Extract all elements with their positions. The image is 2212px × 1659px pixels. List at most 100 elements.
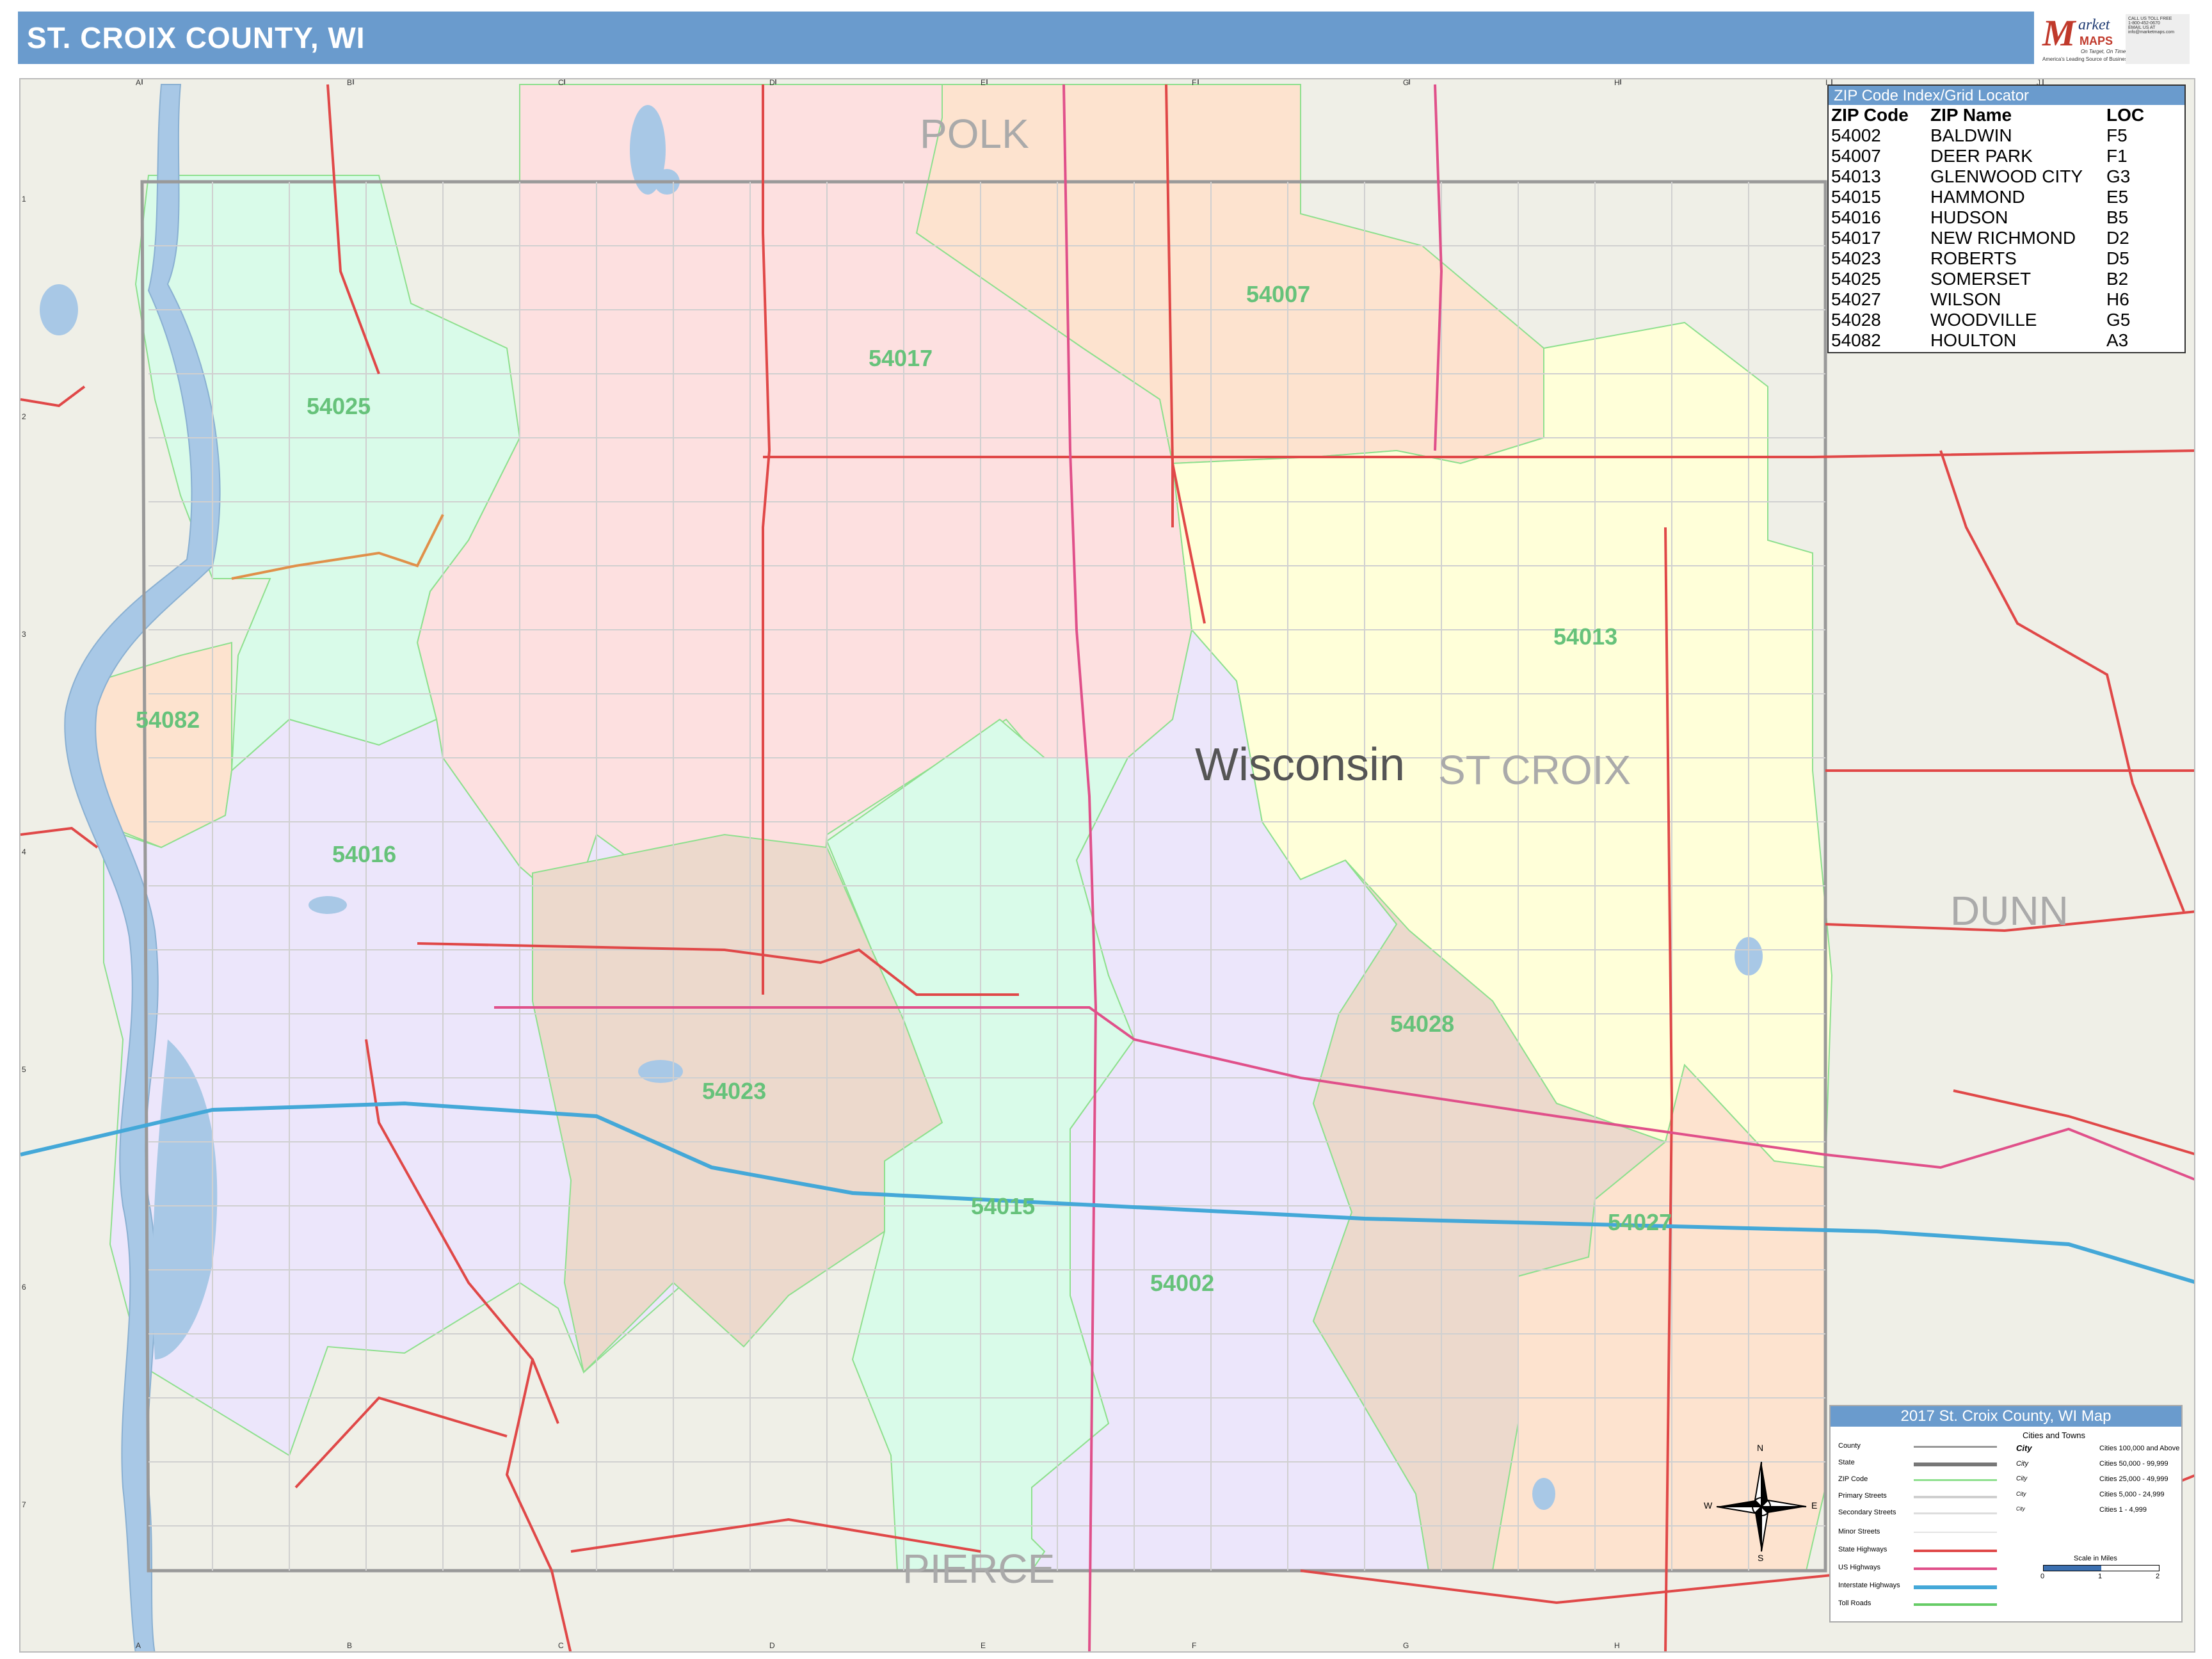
grid-number: 6 bbox=[22, 1283, 26, 1292]
zip-label-54028: 54028 bbox=[1390, 1011, 1455, 1037]
legend-city-size: Cities 5,000 - 24,999 bbox=[2099, 1491, 2165, 1498]
zip-name: ROBERTS bbox=[1930, 248, 2017, 268]
grid-letter: D bbox=[769, 78, 775, 87]
table-row: 54013 GLENWOOD CITY G3 bbox=[1831, 166, 2170, 187]
zip-label-54027: 54027 bbox=[1608, 1209, 1672, 1235]
zip-code: 54015 bbox=[1831, 187, 1881, 207]
zip-code: 54013 bbox=[1831, 166, 1881, 186]
grid-number: 1 bbox=[22, 195, 26, 204]
table-row: 54007 DEER PARK F1 bbox=[1831, 146, 2170, 166]
zip-name: GLENWOOD CITY bbox=[1930, 166, 2083, 186]
lake bbox=[309, 896, 347, 914]
compass-s: S bbox=[1758, 1553, 1764, 1563]
zip-name: BALDWIN bbox=[1930, 125, 2012, 145]
zip-name: DEER PARK bbox=[1930, 146, 2033, 166]
grid-number: 7 bbox=[22, 1500, 26, 1509]
zip-label-54017: 54017 bbox=[869, 345, 933, 371]
table-row: 54025 SOMERSET B2 bbox=[1831, 269, 2170, 289]
legend-item: Secondary Streets bbox=[1838, 1509, 1896, 1516]
zip-loc: F1 bbox=[2106, 146, 2128, 166]
column-header: LOC bbox=[2106, 105, 2145, 125]
grid-letter: C bbox=[558, 1641, 564, 1650]
zip-code: 54016 bbox=[1831, 207, 1881, 227]
zip-loc: G3 bbox=[2106, 166, 2131, 186]
zip-name: WILSON bbox=[1930, 289, 2001, 309]
zip-code: 54002 bbox=[1831, 125, 1881, 145]
zip-label-54015: 54015 bbox=[971, 1193, 1036, 1219]
legend-swatch-secondary bbox=[1914, 1512, 1997, 1514]
grid-number: 2 bbox=[22, 412, 26, 421]
legend-item: State Highways bbox=[1838, 1546, 1887, 1553]
table-row: 54028 WOODVILLE G5 bbox=[1831, 310, 2170, 330]
county-label-polk: POLK bbox=[920, 111, 1029, 157]
zip-name: NEW RICHMOND bbox=[1930, 228, 2076, 248]
table-header-row: ZIP Code ZIP Name LOC bbox=[1831, 105, 2170, 125]
zip-loc: B2 bbox=[2106, 269, 2129, 289]
legend-city-size: Cities 50,000 - 99,999 bbox=[2099, 1460, 2168, 1468]
brand-contact: CALL US TOLL FREE 1-800-452-0670 EMAIL U… bbox=[2126, 14, 2190, 64]
legend-swatch-primary bbox=[1914, 1496, 1997, 1498]
legend-item: ZIP Code bbox=[1838, 1475, 1868, 1483]
zip-code: 54007 bbox=[1831, 146, 1881, 166]
zip-label-54016: 54016 bbox=[332, 841, 397, 867]
scale-tick: 0 bbox=[2040, 1573, 2045, 1580]
table-row: 54017 NEW RICHMOND D2 bbox=[1831, 228, 2170, 248]
grid-number: 4 bbox=[22, 847, 26, 856]
scale-bar bbox=[2043, 1565, 2160, 1571]
zip-loc: E5 bbox=[2106, 187, 2129, 207]
table-row: 54082 HOULTON A3 bbox=[1831, 330, 2170, 351]
compass-n: N bbox=[1757, 1443, 1764, 1453]
zip-name: HAMMOND bbox=[1930, 187, 2025, 207]
grid-letter: B bbox=[347, 78, 353, 87]
zip-code: 54082 bbox=[1831, 330, 1881, 350]
logo-tagline: On Target, On Time bbox=[2081, 49, 2126, 54]
compass-e: E bbox=[1811, 1500, 1818, 1511]
column-header: ZIP Name bbox=[1930, 105, 2012, 125]
legend-swatch-interstate bbox=[1914, 1585, 1997, 1589]
table-row: 54002 BALDWIN F5 bbox=[1831, 125, 2170, 146]
legend-city-sample: City bbox=[2016, 1506, 2025, 1512]
grid-letter: A bbox=[136, 1641, 141, 1650]
column-header: ZIP Code bbox=[1831, 105, 1909, 125]
map-title: ST. CROIX COUNTY, WI bbox=[27, 21, 365, 54]
legend-item: Primary Streets bbox=[1838, 1492, 1887, 1500]
zip-code: 54025 bbox=[1831, 269, 1881, 289]
logo-maps: MAPS bbox=[2080, 35, 2113, 47]
zip-loc: B5 bbox=[2106, 207, 2129, 227]
contact-line: 1-800-452-0670 bbox=[2128, 21, 2160, 26]
legend-swatch-county bbox=[1914, 1446, 1997, 1448]
legend-item: US Highways bbox=[1838, 1564, 1881, 1571]
legend-city-sample: City bbox=[2016, 1491, 2026, 1497]
title-bar: ST. CROIX COUNTY, WI bbox=[18, 12, 2034, 64]
zip-code: 54027 bbox=[1831, 289, 1881, 309]
lake bbox=[40, 284, 78, 335]
scale-tick: 1 bbox=[2098, 1573, 2103, 1580]
logo-arket: arket bbox=[2078, 17, 2110, 33]
legend-city-sample: City bbox=[2016, 1475, 2028, 1482]
legend-swatch-toll bbox=[1914, 1603, 1997, 1606]
scale-tick: 2 bbox=[2156, 1573, 2160, 1580]
legend-item: State bbox=[1838, 1459, 1855, 1466]
grid-letter: A bbox=[136, 78, 141, 87]
table-row: 54023 ROBERTS D5 bbox=[1831, 248, 2170, 269]
zip-label-54023: 54023 bbox=[702, 1078, 767, 1104]
legend-title: 2017 St. Croix County, WI Map bbox=[1831, 1406, 2181, 1427]
lake bbox=[638, 1060, 683, 1083]
legend-city-size: Cities 100,000 and Above bbox=[2099, 1445, 2180, 1452]
grid-letter: E bbox=[981, 1641, 986, 1650]
zip-code: 54017 bbox=[1831, 228, 1881, 248]
zip-name: WOODVILLE bbox=[1930, 310, 2037, 330]
market-maps-logo: M arket MAPS On Target, On Time America'… bbox=[2039, 9, 2144, 67]
legend-item: Toll Roads bbox=[1838, 1599, 1871, 1607]
grid-letter: F bbox=[1192, 1641, 1197, 1650]
legend-city-size: Cities 25,000 - 49,999 bbox=[2099, 1475, 2168, 1483]
grid-letter: C bbox=[558, 78, 564, 87]
county-label-dunn: DUNN bbox=[1950, 888, 2069, 934]
zip-label-54002: 54002 bbox=[1150, 1270, 1215, 1296]
grid-letter: G bbox=[1403, 1641, 1409, 1650]
scale-title: Scale in Miles bbox=[2074, 1555, 2117, 1562]
zip-loc: H6 bbox=[2106, 289, 2129, 309]
grid-letter: B bbox=[347, 1641, 353, 1650]
table-row: 54016 HUDSON B5 bbox=[1831, 207, 2170, 228]
zip-name: HOULTON bbox=[1930, 330, 2017, 350]
